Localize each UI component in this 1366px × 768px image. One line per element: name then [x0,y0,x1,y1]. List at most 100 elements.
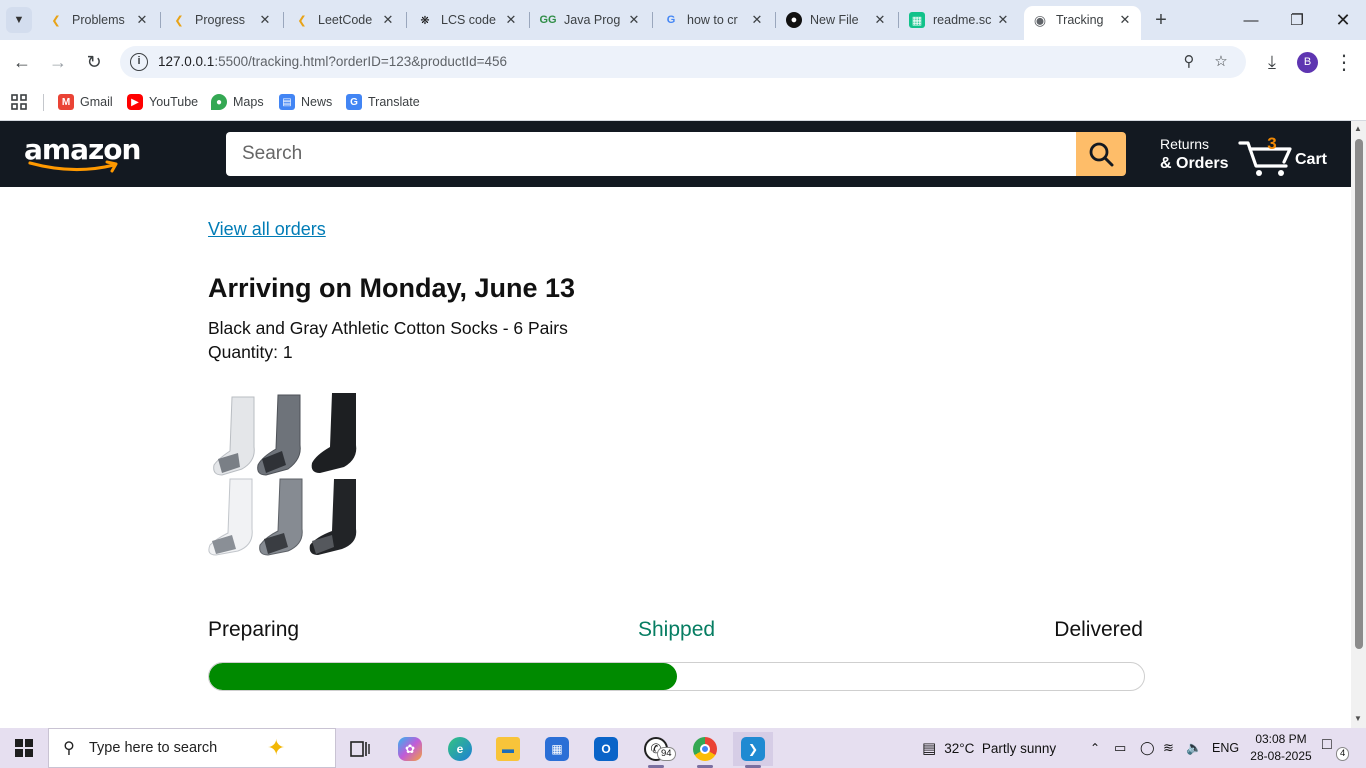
forward-button[interactable]: → [44,48,72,76]
progress-bar-fill [209,663,677,690]
close-tab-icon[interactable]: ✕ [626,12,642,28]
bookmark-news[interactable]: ▤ News [279,92,332,112]
close-tab-icon[interactable]: ✕ [134,12,150,28]
tab[interactable]: ❮ LeetCode ✕ [286,6,404,34]
url-host: 127.0.0.1 [158,54,215,69]
status-delivered: Delivered [1054,618,1143,641]
zoom-icon[interactable]: ⚲ [1178,51,1200,73]
new-tab-button[interactable]: + [1150,8,1172,32]
notification-count-badge: 4 [1336,747,1350,761]
volume-icon[interactable]: 🔈 [1186,728,1202,768]
url-text[interactable]: 127.0.0.1:5500/tracking.html?orderID=123… [158,54,507,69]
page-viewport: amazon Returns & Orders [0,121,1351,728]
bookmark-star-icon[interactable]: ☆ [1210,51,1232,73]
store-icon: ▦ [545,737,569,761]
progress-labels: Preparing Shipped Delivered [208,618,1145,646]
edge-icon: e [448,737,472,761]
network-icon[interactable]: ≋ [1163,728,1174,768]
tab-active[interactable]: ◉ Tracking ✕ [1024,6,1141,40]
tab-separator [160,12,161,28]
bookmark-label: YouTube [149,95,199,109]
tab[interactable]: ▦ readme.sc ✕ [901,6,1019,34]
close-tab-icon[interactable]: ✕ [1117,12,1133,28]
search-icon [1089,142,1114,167]
menu-kebab-icon[interactable]: ⋮ [1330,48,1358,76]
close-tab-icon[interactable]: ✕ [749,12,765,28]
file-explorer-app[interactable]: ▬ [488,732,528,766]
amazon-search-input[interactable] [226,132,1078,176]
translate-icon: G [346,94,362,110]
minimize-window-button[interactable]: — [1228,0,1274,40]
cart-count: 3 [1267,134,1277,153]
tab-title: Java Prog [564,13,621,27]
geeksforgeeks-icon: GG [539,14,557,26]
weather-widget[interactable]: ▤ 32°C Partly sunny [922,728,1056,768]
sock-white [213,396,255,476]
url-path: :5500/tracking.html?orderID=123&productI… [214,54,508,69]
bookmark-label: Maps [233,95,264,109]
start-button[interactable] [0,728,48,768]
cart-link[interactable]: 3 Cart [1238,133,1338,177]
taskbar-search-box[interactable]: ⚲ Type here to search ✦ [48,728,336,768]
weather-text: 32°C Partly sunny [944,740,1057,756]
tab-separator [898,12,899,28]
vscode-app[interactable]: ❯ [733,732,773,768]
cart-label: Cart [1295,151,1328,168]
store-app[interactable]: ▦ [537,732,577,766]
site-info-icon[interactable]: i [130,53,148,71]
battery-icon[interactable]: ▭ [1114,728,1126,768]
tab[interactable]: G how to cr ✕ [655,6,773,34]
tab-search-button[interactable]: ▼ [6,7,32,33]
meet-now-icon[interactable]: ◯ [1140,728,1155,768]
close-tab-icon[interactable]: ✕ [380,12,396,28]
tab[interactable]: GG Java Prog ✕ [532,6,650,34]
tab-title: Problems [72,13,125,27]
tab[interactable]: ❮ Progress ✕ [163,6,281,34]
download-icon[interactable]: ⤓ [1258,48,1286,76]
close-tab-icon[interactable]: ✕ [995,12,1011,28]
page-scrollbar[interactable]: ▲ ▼ [1351,121,1366,728]
weather-icon: ▤ [922,740,937,757]
bookmark-youtube[interactable]: ▶ YouTube [127,92,198,112]
gmail-icon: M [58,94,74,110]
bookmark-label: Translate [368,95,420,109]
clock-time: 03:08 PM [1255,732,1307,746]
amazon-search-button[interactable] [1076,132,1126,176]
tab-separator [775,12,776,28]
tab[interactable]: ❋ LCS code ✕ [409,6,527,34]
bookmark-maps[interactable]: ● Maps [211,92,264,112]
edge-app[interactable]: e [440,732,480,766]
apps-grid-icon[interactable] [11,92,27,112]
notification-center-button[interactable]: □ 4 [1322,736,1350,761]
view-all-orders-link[interactable]: View all orders [208,219,326,240]
clock-date: 28-08-2025 [1250,749,1312,763]
input-language[interactable]: ENG [1212,728,1239,768]
maps-icon: ● [211,94,227,110]
tray-chevron-icon[interactable]: ⌃ [1090,728,1100,768]
tab[interactable]: ❮ Problems ✕ [40,6,158,34]
close-window-button[interactable]: ✕ [1320,0,1366,40]
clock[interactable]: 03:08 PM 28-08-2025 [1248,731,1314,765]
task-view-button[interactable] [340,732,380,766]
close-tab-icon[interactable]: ✕ [257,12,273,28]
bookmark-gmail[interactable]: M Gmail [58,92,113,112]
close-tab-icon[interactable]: ✕ [503,12,519,28]
bookmark-translate[interactable]: G Translate [346,92,420,112]
profile-avatar[interactable]: B [1297,52,1318,73]
amazon-logo[interactable]: amazon [24,133,141,175]
scroll-down-arrow-icon[interactable]: ▼ [1354,714,1362,723]
reload-button[interactable]: ↻ [80,48,108,76]
back-button[interactable]: ← [8,48,36,76]
bookmark-label: Gmail [80,95,113,109]
address-bar[interactable]: i 127.0.0.1:5500/tracking.html?orderID=1… [120,46,1246,78]
scroll-up-arrow-icon[interactable]: ▲ [1354,124,1362,133]
tab[interactable]: ● New File ✕ [778,6,896,34]
close-tab-icon[interactable]: ✕ [872,12,888,28]
chrome-app[interactable] [685,732,725,768]
returns-orders-link[interactable]: Returns & Orders [1160,135,1228,173]
taskbar-search-placeholder: Type here to search [89,740,218,756]
copilot-app[interactable]: ✿ [390,732,430,766]
restore-window-button[interactable]: ❐ [1274,0,1320,40]
scrollbar-thumb[interactable] [1355,139,1363,649]
outlook-app[interactable]: O [586,732,626,766]
